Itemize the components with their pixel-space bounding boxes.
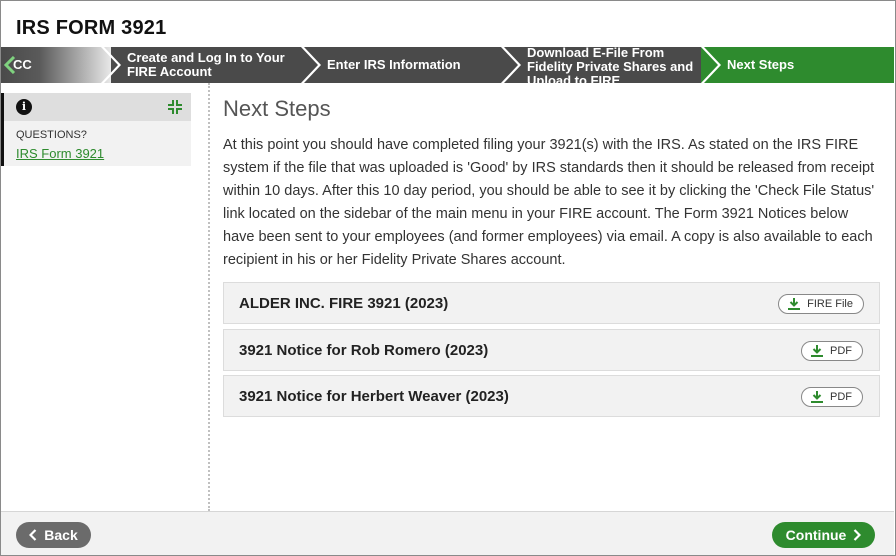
- download-fire-file-button[interactable]: FIRE File: [778, 294, 864, 314]
- window-frame: [0, 0, 896, 556]
- step-previous[interactable]: CC: [1, 47, 111, 83]
- help-sidebar: i QUESTIONS? IRS Form 3921: [1, 93, 191, 166]
- sidebar-header: i: [4, 93, 191, 121]
- irs-form-3921-link[interactable]: IRS Form 3921: [16, 146, 104, 161]
- wizard-steps: CC Create and Log In to Your FIRE Accoun…: [1, 47, 894, 83]
- continue-button[interactable]: Continue: [772, 522, 875, 548]
- step-label: Enter IRS Information: [327, 57, 461, 72]
- download-icon: [788, 298, 801, 310]
- step-create-login[interactable]: Create and Log In to Your FIRE Account: [101, 47, 311, 83]
- step-separator: [301, 47, 321, 83]
- document-title: 3921 Notice for Rob Romero (2023): [239, 342, 489, 359]
- step-separator: [501, 47, 521, 83]
- button-label: PDF: [830, 345, 852, 357]
- download-icon: [811, 391, 823, 403]
- step-separator: [101, 47, 121, 83]
- download-pdf-button[interactable]: PDF: [801, 387, 863, 407]
- step-label: Create and Log In to Your FIRE Account: [127, 50, 285, 79]
- document-title: 3921 Notice for Herbert Weaver (2023): [239, 388, 509, 405]
- button-label: FIRE File: [807, 298, 853, 310]
- questions-label: QUESTIONS?: [16, 129, 87, 141]
- chevron-left-icon: [4, 56, 16, 74]
- vertical-divider: [208, 83, 210, 511]
- document-row-notice-weaver: 3921 Notice for Herbert Weaver (2023) PD…: [223, 375, 880, 417]
- footer-bar: Back Continue: [1, 511, 894, 555]
- info-icon: i: [16, 99, 32, 115]
- section-heading: Next Steps: [223, 96, 331, 121]
- chevron-left-icon: [29, 529, 37, 541]
- button-label: PDF: [830, 391, 852, 403]
- chevron-right-icon: [854, 529, 862, 541]
- download-icon: [811, 345, 823, 357]
- continue-label: Continue: [785, 527, 847, 543]
- collapse-icon[interactable]: [167, 99, 183, 115]
- step-next-steps[interactable]: Next Steps: [701, 47, 894, 83]
- document-title: ALDER INC. FIRE 3921 (2023): [239, 295, 449, 312]
- download-pdf-button[interactable]: PDF: [801, 341, 863, 361]
- back-button[interactable]: Back: [16, 522, 91, 548]
- step-download-efile[interactable]: Download E-File From Fidelity Private Sh…: [501, 47, 711, 83]
- back-label: Back: [44, 527, 78, 543]
- instructions-paragraph: At this point you should have completed …: [223, 137, 875, 268]
- document-row-notice-romero: 3921 Notice for Rob Romero (2023) PDF: [223, 329, 880, 371]
- step-separator: [701, 47, 721, 83]
- step-label: Download E-File From Fidelity Private Sh…: [527, 47, 694, 83]
- step-enter-irs-info[interactable]: Enter IRS Information: [301, 47, 511, 83]
- page-title: IRS FORM 3921: [16, 17, 167, 39]
- document-row-fire-file: ALDER INC. FIRE 3921 (2023) FIRE File: [223, 282, 880, 324]
